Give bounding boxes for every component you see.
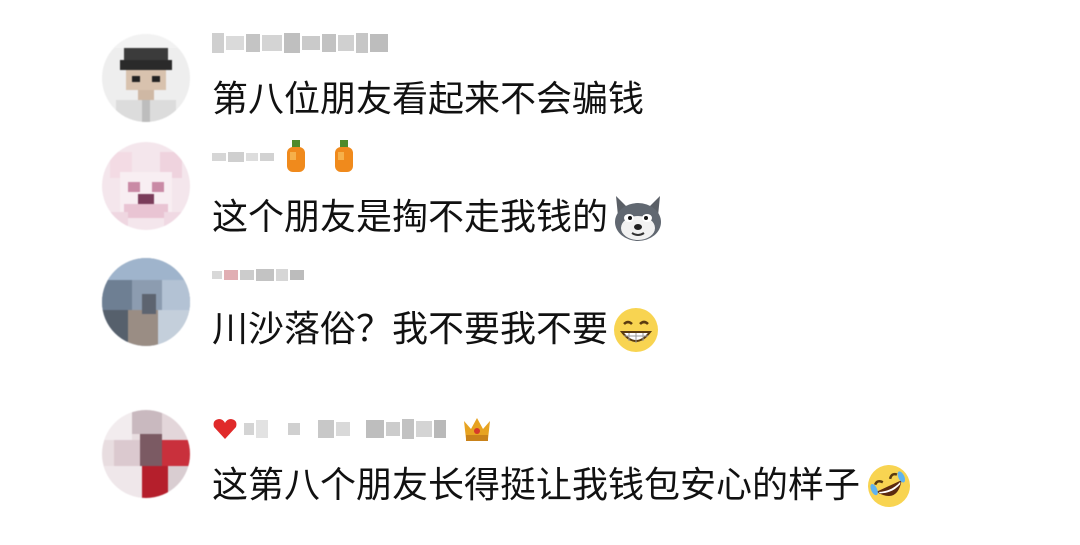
- avatar[interactable]: [102, 258, 190, 346]
- husky-dog-face-icon: [612, 194, 664, 242]
- comment-text: 这个朋友是掏不走我钱的: [212, 194, 664, 242]
- comment-text: 这第八个朋友长得挺让我钱包安心的样子: [212, 462, 914, 510]
- orange-icon: [332, 140, 356, 174]
- avatar[interactable]: [102, 410, 190, 498]
- comment-text-content: 这第八个朋友长得挺让我钱包安心的样子: [212, 465, 861, 506]
- comment-text-content: 这个朋友是掏不走我钱的: [212, 197, 609, 238]
- username-pixelated[interactable]: [212, 414, 492, 444]
- avatar[interactable]: [102, 34, 190, 122]
- heart-icon: [212, 418, 238, 440]
- rolling-laughing-face-icon: [864, 462, 914, 510]
- orange-icon: [284, 140, 308, 174]
- avatar[interactable]: [102, 142, 190, 230]
- username-pixelated[interactable]: [212, 28, 390, 58]
- username-pixelated[interactable]: [212, 260, 306, 290]
- grinning-face-icon: [612, 306, 660, 354]
- comment-text-content: 川沙落俗？我不要我不要: [212, 309, 609, 350]
- username-pixelated[interactable]: [212, 140, 356, 174]
- crown-icon: [462, 415, 492, 443]
- comment-text: 第八位朋友看起来不会骗钱: [212, 78, 644, 122]
- comment-text-content: 第八位朋友看起来不会骗钱: [212, 79, 645, 120]
- comment-text: 川沙落俗？我不要我不要: [212, 306, 660, 354]
